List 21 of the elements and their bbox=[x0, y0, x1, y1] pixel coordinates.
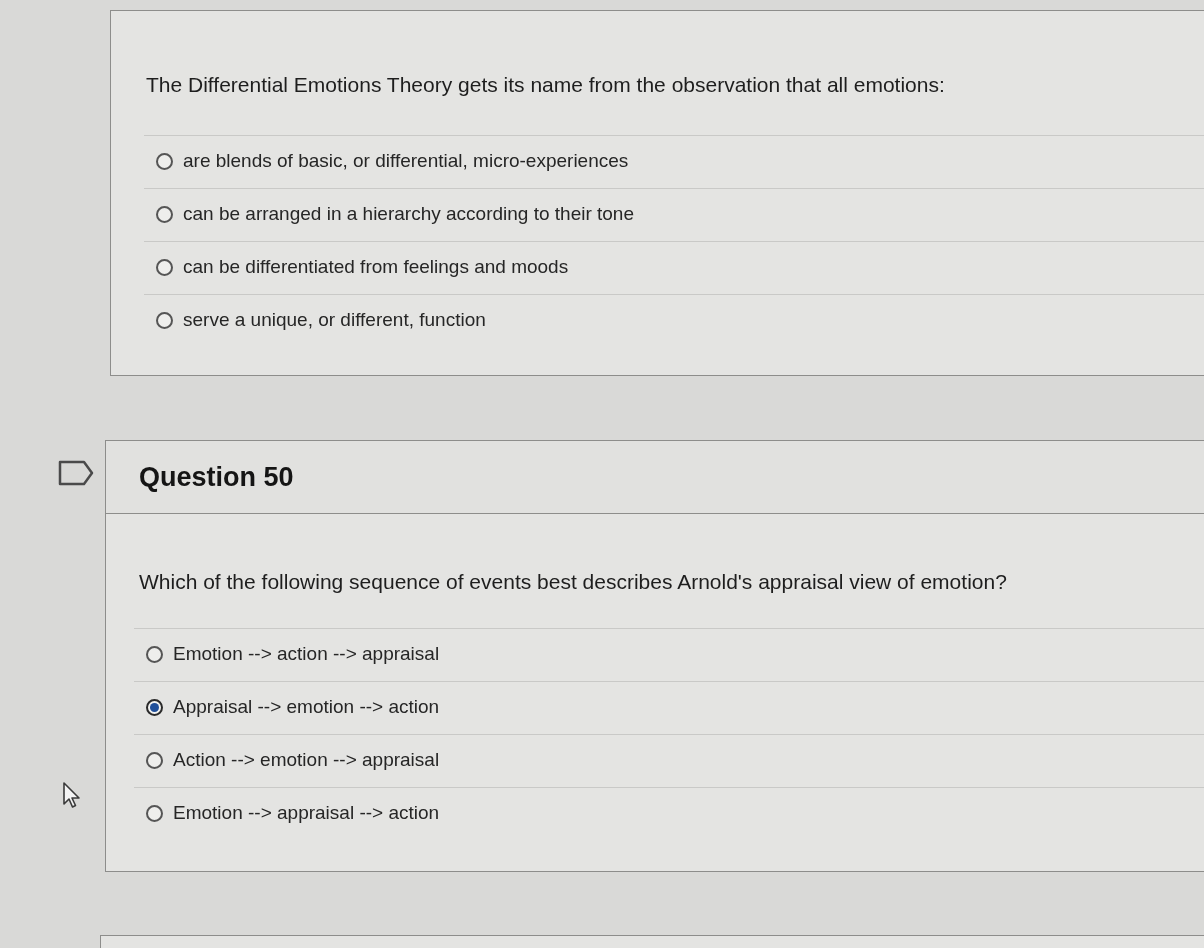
answer-option[interactable]: serve a unique, or different, function bbox=[183, 306, 486, 335]
question-number: Question 50 bbox=[139, 460, 294, 494]
answer-option[interactable]: can be arranged in a hierarchy according to their tone bbox=[183, 200, 634, 229]
answer-option[interactable]: Emotion --> appraisal --> action bbox=[173, 799, 440, 828]
radio-button[interactable] bbox=[146, 805, 163, 822]
radio-button[interactable] bbox=[146, 752, 163, 769]
answer-option[interactable]: Appraisal --> emotion --> action bbox=[173, 693, 440, 722]
radio-button[interactable] bbox=[156, 259, 173, 276]
question-text: The Differential Emotions Theory gets its name from the observation that all emotions: bbox=[146, 72, 946, 98]
radio-button[interactable] bbox=[156, 153, 173, 170]
radio-button[interactable] bbox=[156, 312, 173, 329]
answer-option[interactable]: Emotion --> action --> appraisal bbox=[173, 640, 440, 669]
answer-option[interactable]: can be differentiated from feelings and moods bbox=[183, 253, 569, 282]
flag-icon[interactable] bbox=[58, 460, 94, 486]
answer-option[interactable]: Action --> emotion --> appraisal bbox=[173, 746, 440, 775]
answer-option[interactable]: are blends of basic, or differential, micro-experiences bbox=[183, 147, 629, 176]
mouse-cursor-icon bbox=[62, 781, 82, 809]
radio-button[interactable] bbox=[146, 699, 163, 716]
radio-button[interactable] bbox=[146, 646, 163, 663]
question-text: Which of the following sequence of events best describes Arnold's appraisal view of emotion? bbox=[139, 569, 1008, 595]
radio-button[interactable] bbox=[156, 206, 173, 223]
